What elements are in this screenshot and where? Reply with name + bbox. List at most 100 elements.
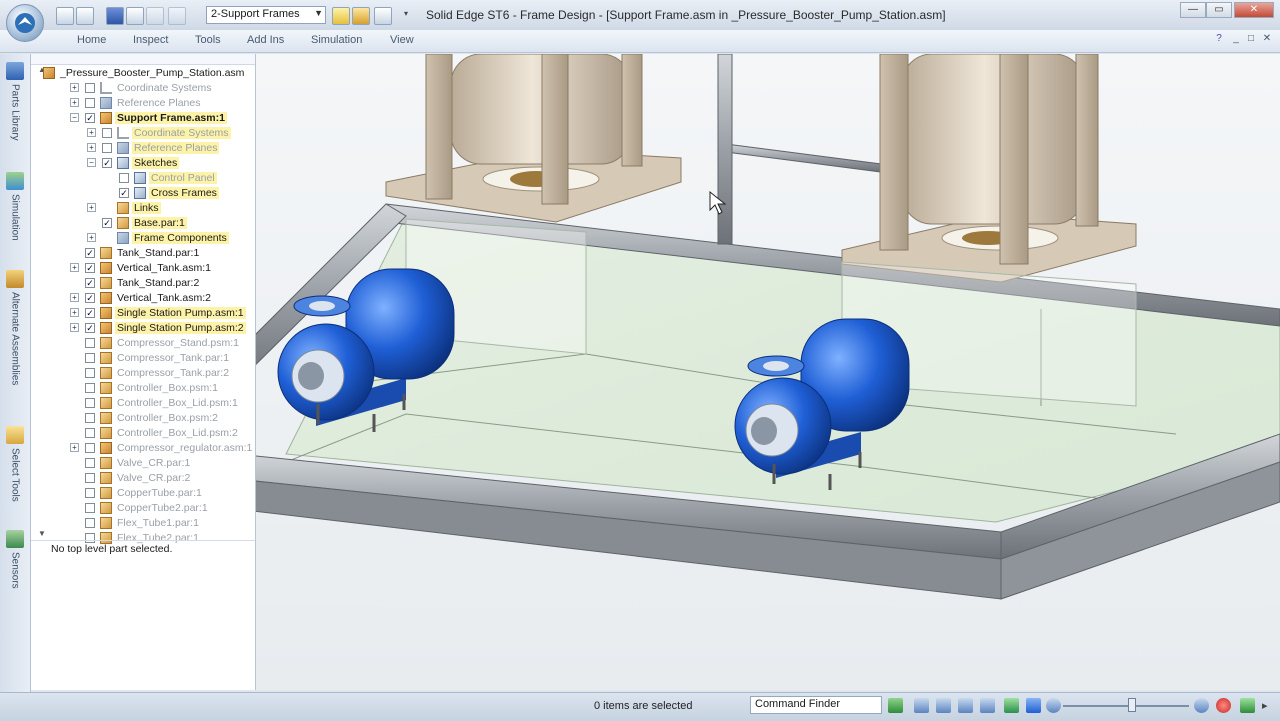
close-button[interactable]: ✕ xyxy=(1234,2,1274,18)
minimize-button[interactable]: — xyxy=(1180,2,1206,18)
visibility-checkbox[interactable]: ✓ xyxy=(85,277,95,288)
tree-node[interactable]: ✓ Base.par:1 xyxy=(39,215,253,230)
visibility-checkbox[interactable] xyxy=(85,397,95,408)
tree-node[interactable]: Compressor_Tank.par:2 xyxy=(39,365,253,380)
visibility-checkbox[interactable] xyxy=(85,412,95,423)
collapse-icon[interactable]: − xyxy=(70,113,79,122)
zoom-area-icon[interactable] xyxy=(914,698,929,713)
tree-node[interactable]: ✓ Tank_Stand.par:1 xyxy=(39,245,253,260)
fit-icon[interactable] xyxy=(958,698,973,713)
assembly-3d-view[interactable] xyxy=(256,54,1280,690)
tree-node[interactable]: Compressor_Tank.par:1 xyxy=(39,350,253,365)
tab-view[interactable]: View xyxy=(390,34,414,46)
rotate-icon[interactable] xyxy=(1004,698,1019,713)
side-tab-alternate-assemblies[interactable]: Alternate Assemblies xyxy=(3,270,27,385)
tree-node[interactable]: + Compressor_regulator.asm:1 xyxy=(39,440,253,455)
zoom-icon[interactable] xyxy=(936,698,951,713)
tree-node[interactable]: − ✓ Support Frame.asm:1 xyxy=(39,110,253,125)
new-icon[interactable] xyxy=(56,7,74,25)
visibility-checkbox[interactable] xyxy=(85,352,95,363)
part-icon[interactable] xyxy=(352,7,370,25)
side-tab-parts-library[interactable]: Parts Library xyxy=(3,62,27,141)
tree-node[interactable]: _Pressure_Booster_Pump_Station.asm xyxy=(39,65,253,80)
application-button[interactable] xyxy=(6,4,44,42)
sketch-tool-icon[interactable] xyxy=(374,7,392,25)
expand-icon[interactable]: + xyxy=(70,98,79,107)
tree-node[interactable]: Controller_Box_Lid.psm:1 xyxy=(39,395,253,410)
tree-node[interactable]: Control Panel xyxy=(39,170,253,185)
tree-node[interactable]: ✓ Tank_Stand.par:2 xyxy=(39,275,253,290)
tree-node[interactable]: CopperTube.par:1 xyxy=(39,485,253,500)
visibility-checkbox[interactable]: ✓ xyxy=(85,262,95,273)
tab-tools[interactable]: Tools xyxy=(195,34,221,46)
visibility-checkbox[interactable] xyxy=(85,457,95,468)
expand-icon[interactable]: + xyxy=(70,263,79,272)
tree-node[interactable]: − ✓ Sketches xyxy=(39,155,253,170)
visibility-checkbox[interactable]: ✓ xyxy=(102,217,112,228)
tree-node[interactable]: Controller_Box_Lid.psm:2 xyxy=(39,425,253,440)
tab-home[interactable]: Home xyxy=(77,34,106,46)
tree-node[interactable]: + Coordinate Systems xyxy=(39,80,253,95)
tree-node[interactable]: + ✓ Vertical_Tank.asm:1 xyxy=(39,260,253,275)
expand-icon[interactable]: + xyxy=(87,128,96,137)
tree-node[interactable]: Compressor_Stand.psm:1 xyxy=(39,335,253,350)
expand-icon[interactable]: + xyxy=(70,83,79,92)
vertical-tank-2[interactable] xyxy=(901,54,1085,225)
visibility-checkbox[interactable] xyxy=(85,382,95,393)
tree-node[interactable]: ✓ Cross Frames xyxy=(39,185,253,200)
visibility-checkbox[interactable]: ✓ xyxy=(85,307,95,318)
open-icon[interactable] xyxy=(76,7,94,25)
expand-icon[interactable]: + xyxy=(70,308,79,317)
command-finder-input[interactable]: Command Finder xyxy=(750,696,882,714)
visibility-checkbox[interactable] xyxy=(85,337,95,348)
tab-simulation[interactable]: Simulation xyxy=(311,34,362,46)
tab-add-ins[interactable]: Add Ins xyxy=(247,34,284,46)
expand-icon[interactable]: + xyxy=(70,323,79,332)
tree-node[interactable]: + Reference Planes xyxy=(39,95,253,110)
record-icon[interactable] xyxy=(1216,698,1231,713)
visibility-checkbox[interactable] xyxy=(85,472,95,483)
tab-inspect[interactable]: Inspect xyxy=(133,34,168,46)
save-icon[interactable] xyxy=(106,7,124,25)
tree-node[interactable]: + ✓ Single Station Pump.asm:1 xyxy=(39,305,253,320)
refresh-icon[interactable] xyxy=(888,698,903,713)
visibility-checkbox[interactable]: ✓ xyxy=(102,157,112,168)
visibility-checkbox[interactable]: ✓ xyxy=(85,292,95,303)
tree-node[interactable]: Controller_Box.psm:2 xyxy=(39,410,253,425)
customize-arrow-icon[interactable]: ▾ xyxy=(404,9,408,18)
tree-node[interactable]: + Links xyxy=(39,200,253,215)
expand-icon[interactable]: + xyxy=(70,293,79,302)
visibility-checkbox[interactable]: ✓ xyxy=(85,247,95,258)
visibility-checkbox[interactable] xyxy=(102,127,112,138)
visibility-checkbox[interactable] xyxy=(85,442,95,453)
expand-icon[interactable]: + xyxy=(87,143,96,152)
visibility-checkbox[interactable] xyxy=(85,367,95,378)
tree-node[interactable]: + ✓ Vertical_Tank.asm:2 xyxy=(39,290,253,305)
select-icon[interactable] xyxy=(332,7,350,25)
visibility-checkbox[interactable] xyxy=(85,502,95,513)
zoom-in-icon[interactable] xyxy=(1194,698,1209,713)
visibility-checkbox[interactable] xyxy=(102,142,112,153)
tree-node[interactable]: Valve_CR.par:1 xyxy=(39,455,253,470)
zoom-out-icon[interactable] xyxy=(1046,698,1061,713)
side-tab-select-tools[interactable]: Select Tools xyxy=(3,426,27,502)
visibility-checkbox[interactable]: ✓ xyxy=(85,112,95,123)
print-icon[interactable] xyxy=(126,7,144,25)
tree-node[interactable]: Flex_Tube1.par:1 xyxy=(39,515,253,530)
tree-node[interactable]: + ✓ Single Station Pump.asm:2 xyxy=(39,320,253,335)
vertical-tank-1[interactable] xyxy=(450,54,632,165)
visibility-checkbox[interactable]: ✓ xyxy=(119,187,129,198)
visibility-checkbox[interactable] xyxy=(85,517,95,528)
visibility-checkbox[interactable] xyxy=(85,487,95,498)
maximize-button[interactable]: ▭ xyxy=(1206,2,1232,18)
home-view-icon[interactable] xyxy=(1240,698,1255,713)
doc-restore-button[interactable]: □ xyxy=(1245,33,1257,45)
environment-dropdown[interactable]: 2-Support Frames ▼ xyxy=(206,6,326,24)
vertical-post[interactable] xyxy=(717,54,733,245)
help-icon[interactable]: ? xyxy=(1213,33,1225,45)
redo-icon[interactable] xyxy=(168,7,186,25)
zoom-slider-track[interactable] xyxy=(1063,705,1189,707)
expand-icon[interactable]: + xyxy=(87,203,96,212)
tree-node[interactable]: + Coordinate Systems xyxy=(39,125,253,140)
tree-node[interactable]: CopperTube2.par:1 xyxy=(39,500,253,515)
